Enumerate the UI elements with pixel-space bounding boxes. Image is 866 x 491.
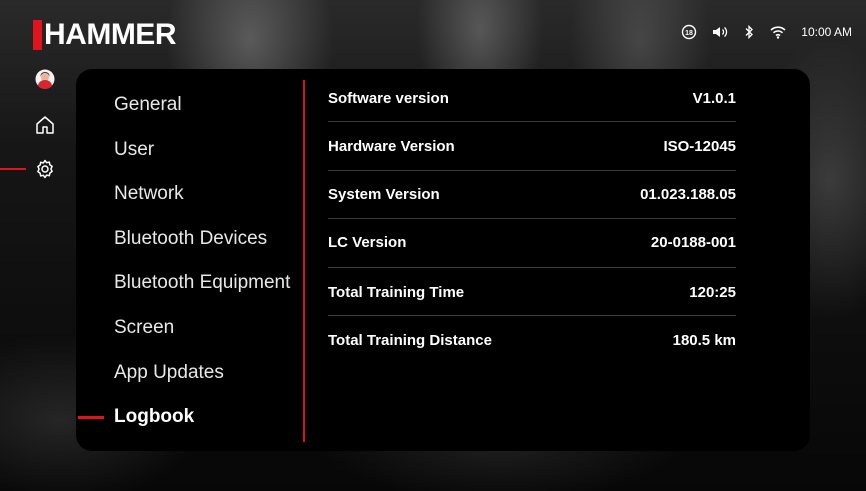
info-row-system-version: System Version 01.023.188.05 [328,170,736,218]
menu-item-user[interactable]: User [114,137,154,163]
menu-item-network[interactable]: Network [114,181,184,207]
menu-item-logbook[interactable]: Logbook [114,404,194,430]
info-row-total-training-time: Total Training Time 120:25 [328,268,736,316]
info-row-total-training-distance: Total Training Distance 180.5 km [328,316,736,364]
info-value: ISO-12045 [663,137,736,155]
info-row-hardware-version: Hardware Version ISO-12045 [328,122,736,170]
info-value: 20-0188-001 [650,233,736,251]
clock-time: 10:00 AM [801,25,852,39]
settings-gear-icon[interactable] [33,157,57,181]
logo-red-mark [33,20,42,50]
info-row-lc-version: LC Version 20-0188-001 [328,218,736,266]
svg-text:18: 18 [685,30,693,37]
menu-item-bluetooth-equipment[interactable]: Bluetooth Equipment [114,270,290,296]
info-label: Total Training Distance [328,331,492,349]
info-label: LC Version [328,233,407,251]
menu-active-indicator [78,416,104,419]
info-value: 120:25 [689,283,736,301]
info-value: 01.023.188.05 [640,185,736,203]
menu-item-screen[interactable]: Screen [114,315,174,341]
info-row-software-version: Software version V1.0.1 [328,74,736,122]
menu-item-general[interactable]: General [114,92,182,118]
volume-icon[interactable] [711,24,729,40]
sidebar-active-indicator [0,168,26,170]
info-label: Total Training Time [328,283,465,301]
info-value: V1.0.1 [692,89,736,107]
menu-item-app-updates[interactable]: App Updates [114,360,224,386]
home-icon[interactable] [33,113,57,137]
brand-logo: HAMMER [33,17,177,53]
info-label: Hardware Version [328,137,455,155]
panel-divider [303,80,305,442]
age-18-icon: 18 [681,24,697,40]
wifi-icon[interactable] [769,24,787,40]
logo-text: HAMMER [44,18,177,51]
menu-item-bluetooth-devices[interactable]: Bluetooth Devices [114,226,267,252]
profile-avatar-icon[interactable] [33,67,57,91]
info-value: 180.5 km [672,331,736,349]
status-bar: 18 10:00 AM [681,22,852,42]
bluetooth-icon[interactable] [743,24,755,40]
info-label: System Version [328,185,440,203]
info-label: Software version [328,89,449,107]
